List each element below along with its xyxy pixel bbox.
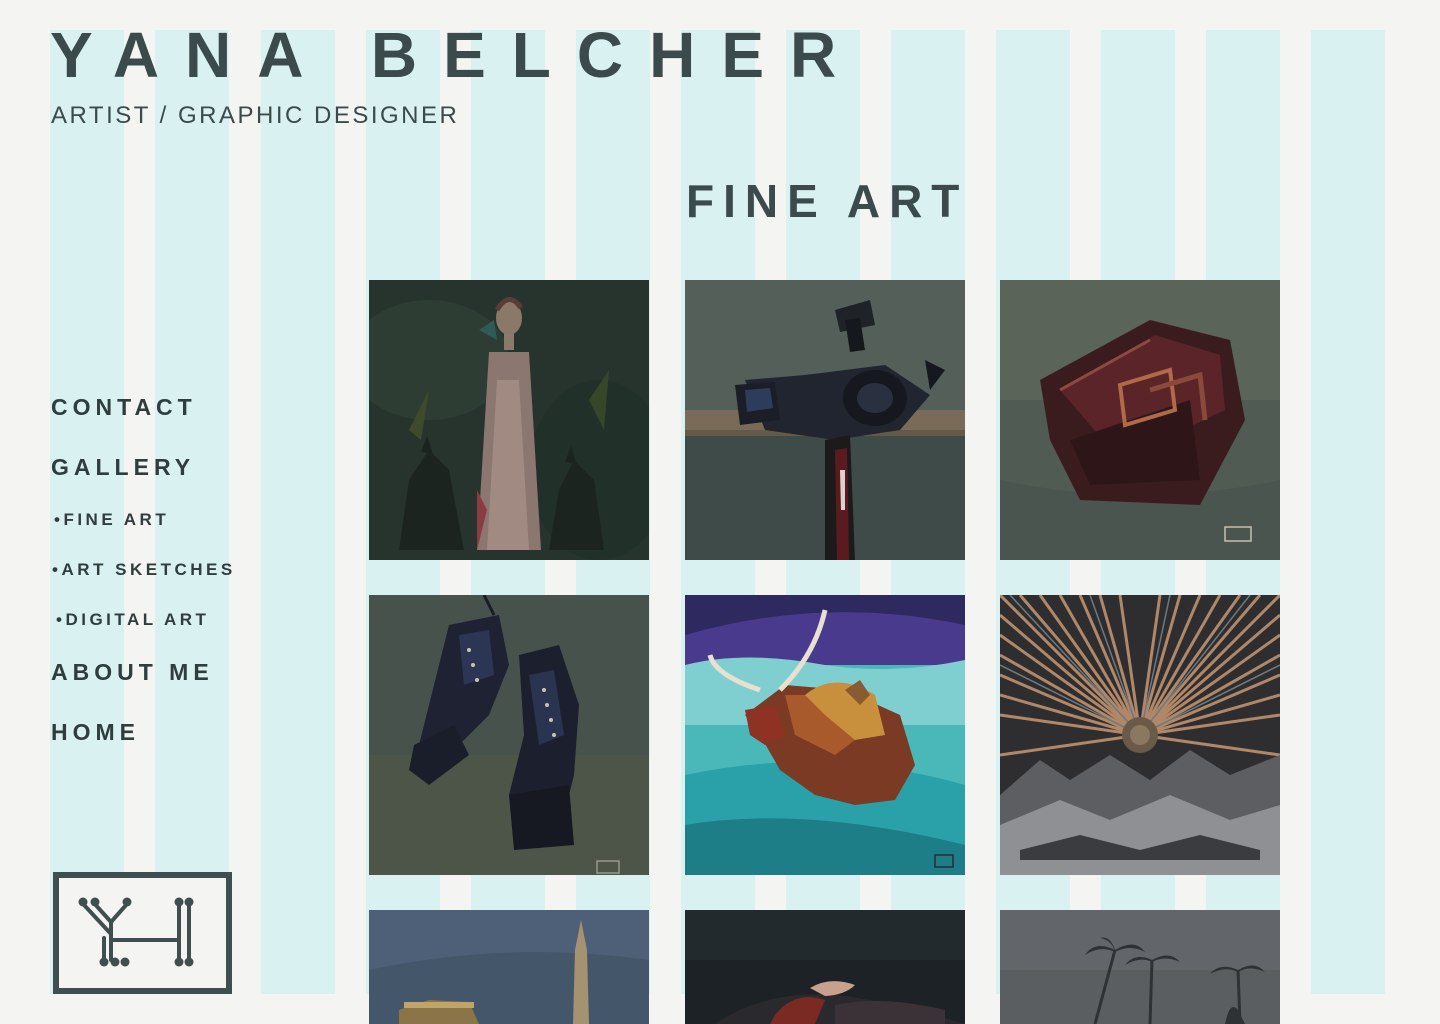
painting-camera bbox=[685, 280, 965, 560]
page-title: FINE ART bbox=[686, 175, 969, 227]
painting-boots bbox=[369, 595, 649, 875]
nav-contact[interactable]: CONTACT bbox=[51, 394, 197, 421]
artwork-tile-red-bag[interactable] bbox=[1000, 280, 1280, 560]
painting-red-bag bbox=[1000, 280, 1280, 560]
nav-art-sketches[interactable]: •ART SKETCHES bbox=[52, 560, 236, 580]
painting-woman-dobermans bbox=[369, 280, 649, 560]
painting-woman-on-bull bbox=[685, 595, 965, 875]
artwork-tile-rooftops[interactable] bbox=[369, 910, 649, 1024]
site-tagline: ARTIST / GRAPHIC DESIGNER bbox=[51, 102, 460, 129]
artwork-tile-boots[interactable] bbox=[369, 595, 649, 875]
nav-fine-art[interactable]: •FINE ART bbox=[54, 510, 169, 530]
painting-palm-trees bbox=[1000, 910, 1280, 1024]
painting-red-haired-woman bbox=[685, 910, 965, 1024]
nav-home[interactable]: HOME bbox=[51, 719, 140, 746]
artwork-tile-rays[interactable] bbox=[1000, 595, 1280, 875]
site-name[interactable]: YANA BELCHER bbox=[50, 18, 862, 92]
nav-about-me[interactable]: ABOUT ME bbox=[51, 659, 214, 686]
artwork-tile-palms[interactable] bbox=[1000, 910, 1280, 1024]
nav-digital-art[interactable]: •DIGITAL ART bbox=[56, 610, 209, 630]
painting-rooftops-tower bbox=[369, 910, 649, 1024]
nav-gallery[interactable]: GALLERY bbox=[51, 454, 195, 481]
artwork-tile-woman-dobermans[interactable] bbox=[369, 280, 649, 560]
yh-monogram-icon bbox=[78, 897, 194, 967]
artwork-tile-bull[interactable] bbox=[685, 595, 965, 875]
artwork-tile-camera[interactable] bbox=[685, 280, 965, 560]
painting-radiating-rays bbox=[1000, 595, 1280, 875]
yh-monogram-logo[interactable] bbox=[53, 872, 232, 994]
artwork-tile-red-haired-woman[interactable] bbox=[685, 910, 965, 1024]
